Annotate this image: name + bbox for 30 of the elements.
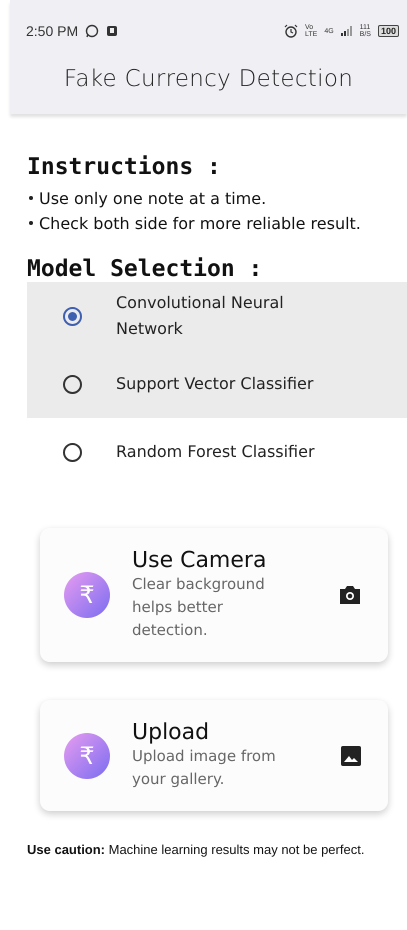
image-icon (340, 744, 362, 766)
action-card[interactable]: ₹ Upload Upload image from your gallery. (40, 700, 388, 811)
section-heading: Instructions : (27, 154, 222, 180)
instruction-text: Use only one note at a time. (39, 188, 266, 210)
card-title: Upload (132, 720, 210, 745)
bullet-icon (29, 221, 33, 225)
battery-indicator: 100 (378, 25, 399, 37)
bullet-icon (29, 196, 33, 200)
status-time: 2:50 PM (26, 23, 78, 39)
rupee-badge: ₹ (64, 732, 110, 778)
app-icon (106, 25, 118, 37)
action-card[interactable]: ₹ Use Camera Clear background helps better detection. (40, 528, 388, 662)
option-label[interactable]: Convolutional Neural Network (116, 290, 336, 342)
option-label[interactable]: Support Vector Classifier (116, 371, 336, 397)
card-subtitle: Clear background helps better detection. (132, 574, 266, 641)
caution-note: Use caution: Machine learning results may not be perfect. (27, 841, 366, 858)
radio-button[interactable] (63, 374, 82, 394)
section-heading: Model Selection : (27, 256, 264, 282)
radio-button[interactable] (63, 306, 82, 326)
card-title: Use Camera (132, 548, 268, 573)
radio-button[interactable] (63, 442, 82, 462)
alarm-icon (284, 24, 298, 38)
option-label[interactable]: Random Forest Classifier (116, 439, 336, 465)
card-subtitle: Upload image from your gallery. (132, 746, 277, 790)
camera-icon (338, 584, 362, 606)
rupee-badge: ₹ (64, 572, 110, 618)
signal-icon (340, 26, 353, 36)
chat-icon (85, 24, 100, 38)
app-title: Fake Currency Detection (62, 66, 354, 92)
instruction-text: Check both side for more reliable result. (39, 213, 361, 235)
